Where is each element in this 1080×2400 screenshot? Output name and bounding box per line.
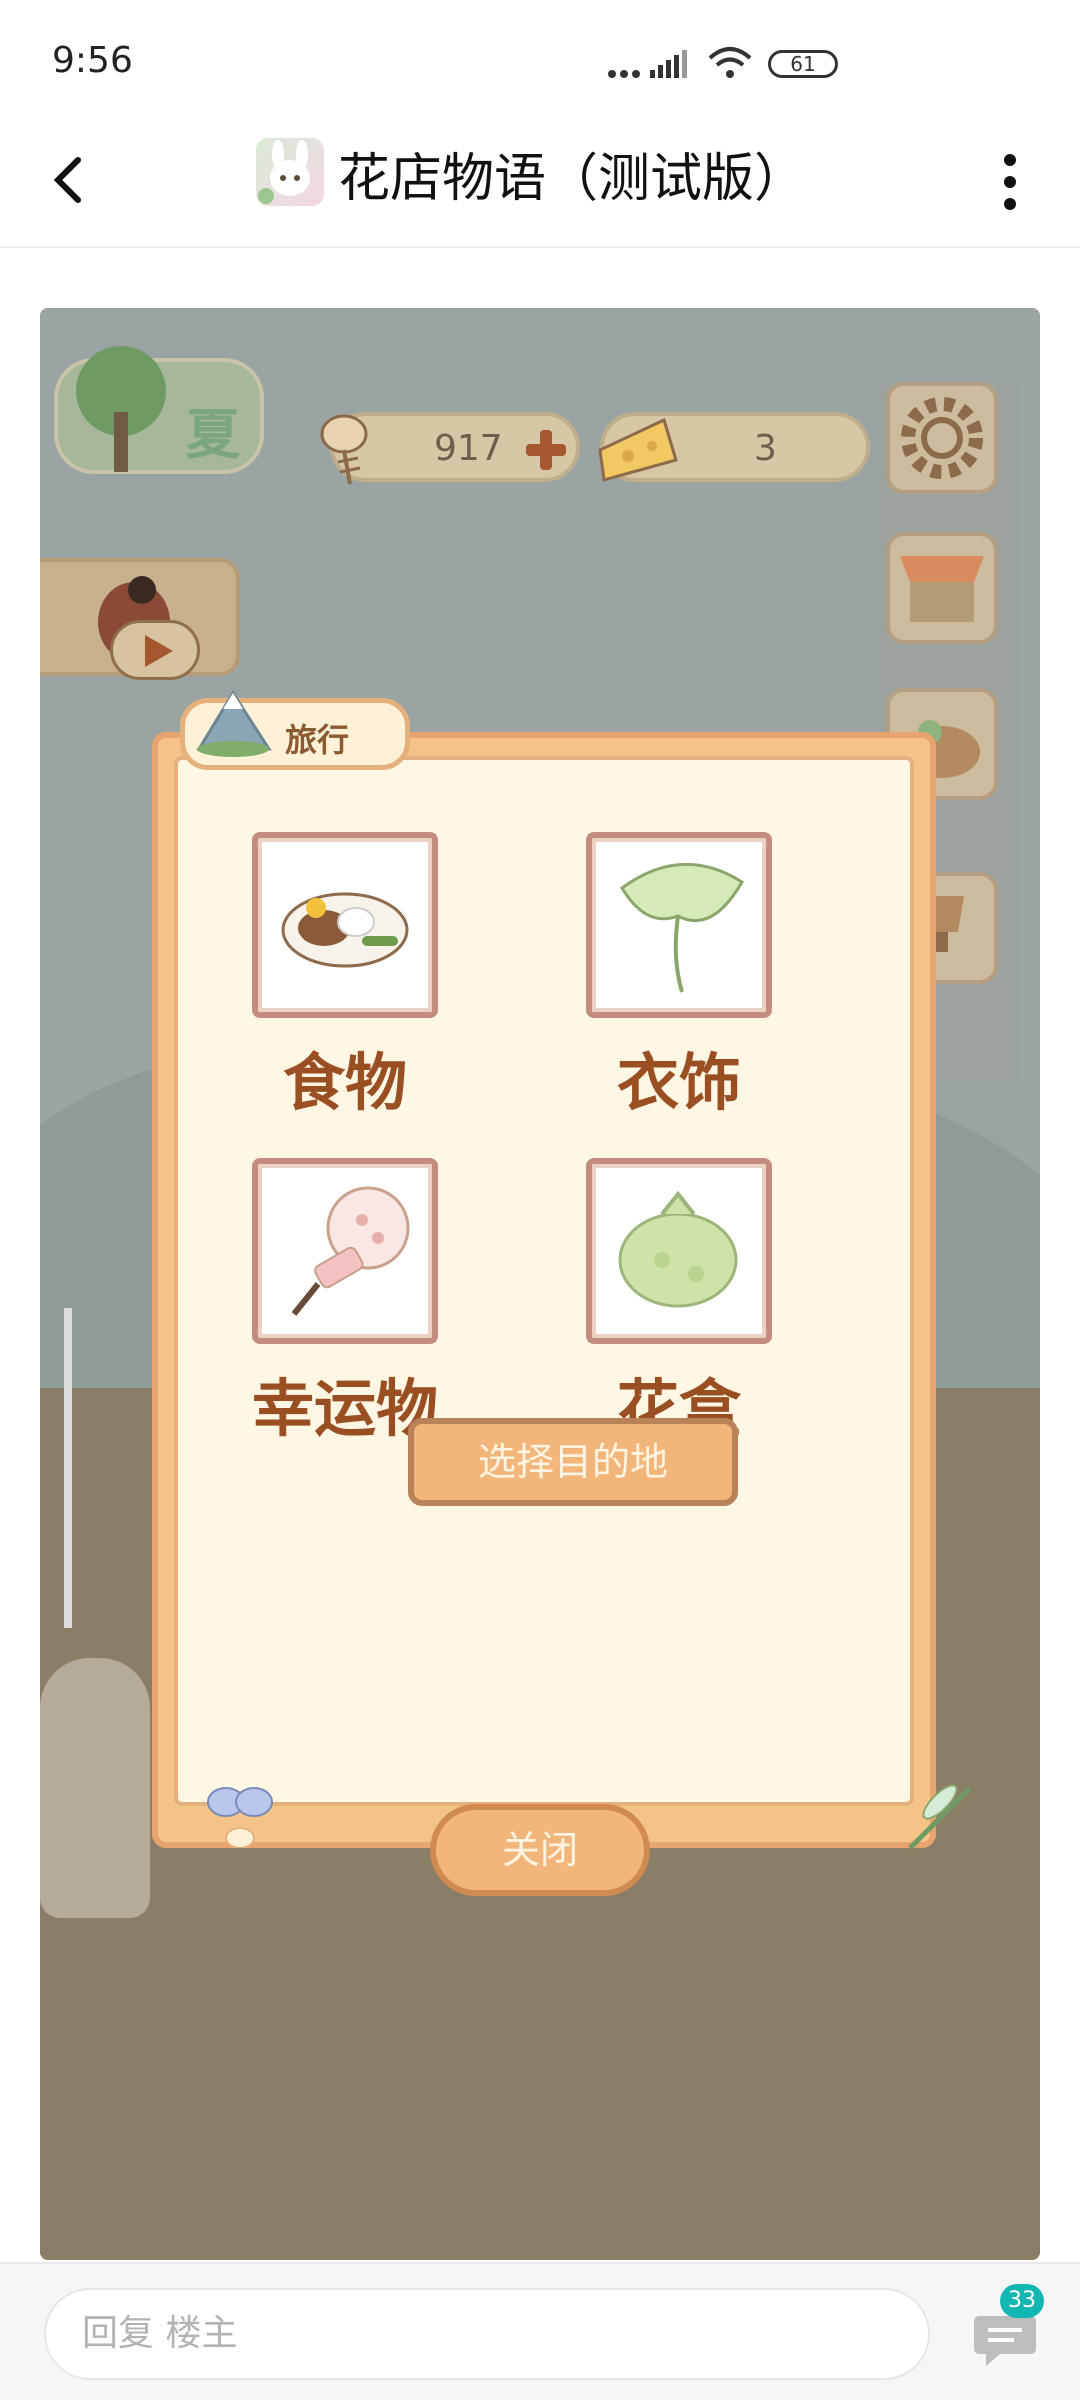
item-label: 衣饰 bbox=[616, 1046, 741, 1119]
reply-input[interactable]: 回复 楼主 bbox=[44, 2288, 930, 2380]
settings-button[interactable] bbox=[886, 382, 998, 494]
item-lucky-charm[interactable]: 幸运物 bbox=[250, 1158, 440, 1448]
item-frame bbox=[252, 832, 438, 1018]
item-frame bbox=[586, 1158, 772, 1344]
item-frame bbox=[252, 1158, 438, 1344]
game-screenshot[interactable]: 夏 917 3 旅行 食物 衣饰 幸运物 花盒 选择目的地 关闭 bbox=[40, 308, 1040, 2260]
season-badge: 夏 bbox=[54, 346, 264, 474]
dragonfly-icon bbox=[908, 1784, 972, 1850]
page-title: 花店物语（测试版） bbox=[338, 149, 807, 209]
item-label: 食物 bbox=[282, 1046, 407, 1119]
item-clothing[interactable]: 衣饰 bbox=[584, 832, 774, 1122]
back-button[interactable] bbox=[40, 140, 120, 220]
travel-tab: 旅行 bbox=[180, 690, 410, 770]
mountain-icon bbox=[196, 690, 272, 757]
bunny-character bbox=[40, 1658, 150, 1918]
battery-icon: 61 bbox=[768, 50, 838, 78]
tab-label: 旅行 bbox=[285, 721, 350, 759]
item-food[interactable]: 食物 bbox=[250, 832, 440, 1122]
add-fish-button[interactable] bbox=[524, 428, 568, 472]
leaf-hat-icon bbox=[620, 863, 745, 993]
street-lamp bbox=[64, 1308, 72, 1628]
close-modal-button[interactable]: 关闭 bbox=[430, 1804, 650, 1896]
play-button[interactable] bbox=[110, 620, 200, 680]
wifi-icon bbox=[708, 47, 752, 78]
gear-icon bbox=[901, 397, 983, 479]
flower-box-icon bbox=[618, 1190, 738, 1308]
reply-bar: 回复 楼主 33 bbox=[0, 2262, 1080, 2400]
signal-icon bbox=[608, 50, 687, 78]
lucky-charm-icon bbox=[291, 1186, 410, 1316]
butterfly-icon bbox=[207, 1787, 273, 1848]
status-time: 9:56 bbox=[52, 40, 133, 81]
cheese-count: 3 bbox=[754, 428, 777, 469]
comment-count-badge: 33 bbox=[1000, 2284, 1044, 2318]
cheese-currency: 3 bbox=[598, 412, 870, 482]
chevron-left-icon bbox=[53, 157, 81, 203]
fish-count: 917 bbox=[434, 428, 503, 469]
cheese-icon bbox=[598, 417, 678, 482]
more-options-button[interactable] bbox=[980, 142, 1040, 222]
shop-stall-icon bbox=[900, 556, 984, 622]
select-destination-button[interactable]: 选择目的地 bbox=[408, 1418, 738, 1506]
play-icon bbox=[145, 635, 173, 667]
app-header: 花店物语（测试版） bbox=[0, 120, 1080, 248]
food-plate-icon bbox=[281, 892, 409, 968]
season-label: 夏 bbox=[186, 403, 240, 466]
status-bar: 9:56 61 bbox=[0, 0, 1080, 120]
fish-bone-icon bbox=[320, 414, 368, 485]
fish-currency: 917 bbox=[320, 412, 580, 485]
more-vertical-icon bbox=[1004, 154, 1016, 210]
app-icon bbox=[256, 138, 324, 206]
shop-button[interactable] bbox=[886, 532, 998, 644]
item-frame bbox=[586, 832, 772, 1018]
item-flower-box[interactable]: 花盒 bbox=[584, 1158, 774, 1448]
